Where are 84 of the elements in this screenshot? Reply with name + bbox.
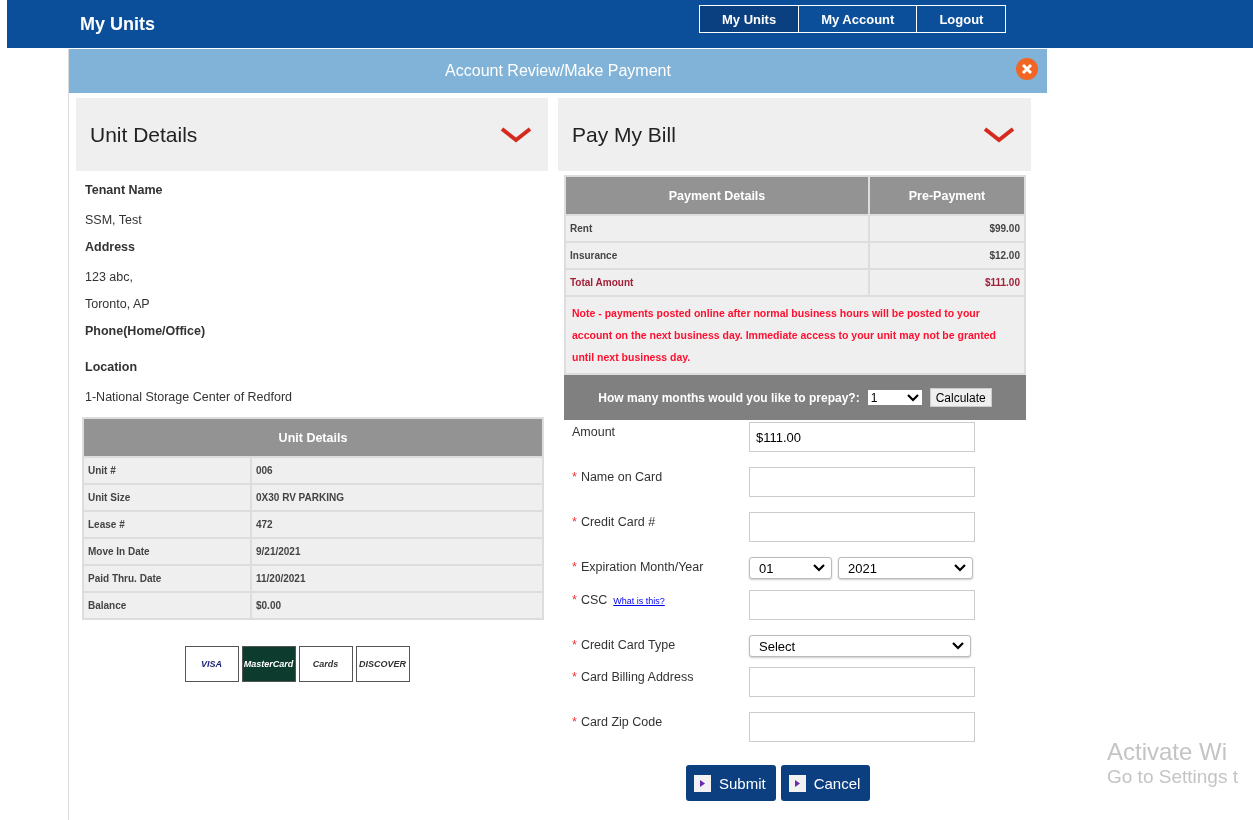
table-cell: Rent <box>565 215 869 242</box>
input-field[interactable] <box>749 667 975 697</box>
nav-button[interactable]: Logout <box>916 5 1007 33</box>
field-value: 123 abc, <box>85 270 134 286</box>
table-cell: 472 <box>251 511 543 538</box>
field-value: SSM, Test <box>85 213 143 229</box>
table-cell: Paid Thru. Date <box>83 565 251 592</box>
required-mark: * <box>572 560 577 574</box>
table-cell: Unit Size <box>83 484 251 511</box>
field-label: Credit Card Type <box>580 638 676 652</box>
field-label: Address <box>85 240 137 256</box>
months-select[interactable]: 1 <box>867 390 922 405</box>
caret-icon <box>954 564 966 572</box>
field-label: Amount <box>572 425 616 439</box>
brand-title: My Units <box>80 13 156 35</box>
help-link[interactable]: What is this? <box>613 596 665 606</box>
field-label: Credit Card # <box>580 515 656 529</box>
table-cell: Unit # <box>83 457 251 484</box>
table-cell: Move In Date <box>83 538 251 565</box>
table-cell: $0.00 <box>251 592 543 619</box>
nav-button[interactable]: My Units <box>699 5 800 33</box>
table-cell: Total Amount <box>565 269 869 296</box>
card-logo: MasterCard <box>241 646 296 682</box>
field-label: CSC <box>580 593 608 607</box>
watermark-title: Activate Wi <box>1107 738 1229 766</box>
field-label: Location <box>85 360 139 376</box>
panel-title: Unit Details <box>90 122 198 147</box>
required-mark: * <box>572 515 577 529</box>
play-icon <box>694 774 711 792</box>
input-field[interactable]: $111.00 <box>749 422 975 452</box>
required-mark: * <box>572 670 577 684</box>
table-cell: $111.00 <box>869 269 1025 296</box>
card-type-select[interactable]: Select <box>749 635 971 657</box>
input-field[interactable] <box>749 467 975 497</box>
column-header: Payment Details <box>565 176 869 215</box>
field-label: Name on Card <box>580 470 663 484</box>
table-cell: $99.00 <box>869 215 1025 242</box>
cancel-button[interactable]: Cancel <box>780 765 871 801</box>
card-logo: DISCOVER <box>355 646 410 682</box>
field-value: Toronto, AP <box>85 297 151 313</box>
required-mark: * <box>572 715 577 729</box>
field-value: 1-National Storage Center of Redford <box>85 390 294 406</box>
panel-header[interactable]: Pay My Bill <box>558 98 1031 171</box>
close-icon[interactable] <box>1016 58 1038 80</box>
field-label: Phone(Home/Office) <box>85 324 207 340</box>
panel-header[interactable]: Unit Details <box>76 98 548 171</box>
play-icon <box>788 774 806 792</box>
watermark-subtitle: Go to Settings t <box>1107 766 1238 788</box>
column-header: Pre-Payment <box>869 176 1025 215</box>
month-select[interactable]: 01 <box>749 557 832 579</box>
prepay-label: How many months would you like to prepay?: <box>598 390 860 405</box>
input-field[interactable] <box>749 590 975 620</box>
field-label: Expiration Month/Year <box>580 560 704 574</box>
caret-icon <box>906 393 919 402</box>
dialog-title: Account Review/Make Payment <box>445 62 671 80</box>
table-cell: 11/20/2021 <box>251 565 543 592</box>
table-cell: 9/21/2021 <box>251 538 543 565</box>
card-logo: Cards <box>298 646 353 682</box>
year-select[interactable]: 2021 <box>838 557 973 579</box>
payment-note: Note - payments posted online after normal business hours will be posted to your account on the next business day. Immediate access to your unit may not be granted until next business day. <box>564 297 1026 375</box>
table-cell: Balance <box>83 592 251 619</box>
input-field[interactable] <box>749 712 975 742</box>
caret-icon <box>813 564 825 572</box>
input-field[interactable] <box>749 512 975 542</box>
submit-button[interactable]: Submit <box>686 765 776 801</box>
chevron-icon[interactable] <box>983 125 1015 144</box>
field-label: Tenant Name <box>85 183 164 199</box>
required-mark: * <box>572 470 577 484</box>
field-label: Card Billing Address <box>580 670 694 684</box>
table-cell: Lease # <box>83 511 251 538</box>
chevron-icon[interactable] <box>500 125 532 144</box>
nav-button[interactable]: My Account <box>798 5 918 33</box>
caret-icon <box>952 642 964 650</box>
field-label: Card Zip Code <box>580 715 663 729</box>
required-mark: * <box>572 638 577 652</box>
table-cell: 0X30 RV PARKING <box>251 484 543 511</box>
card-logo: VISA <box>184 646 239 682</box>
table-cell: $12.00 <box>869 242 1025 269</box>
table-cell: 006 <box>251 457 543 484</box>
table-cell: Insurance <box>565 242 869 269</box>
required-mark: * <box>572 593 577 607</box>
calculate-button[interactable]: Calculate <box>929 388 992 407</box>
panel-title: Pay My Bill <box>572 122 676 147</box>
table-header: Unit Details <box>83 418 543 457</box>
